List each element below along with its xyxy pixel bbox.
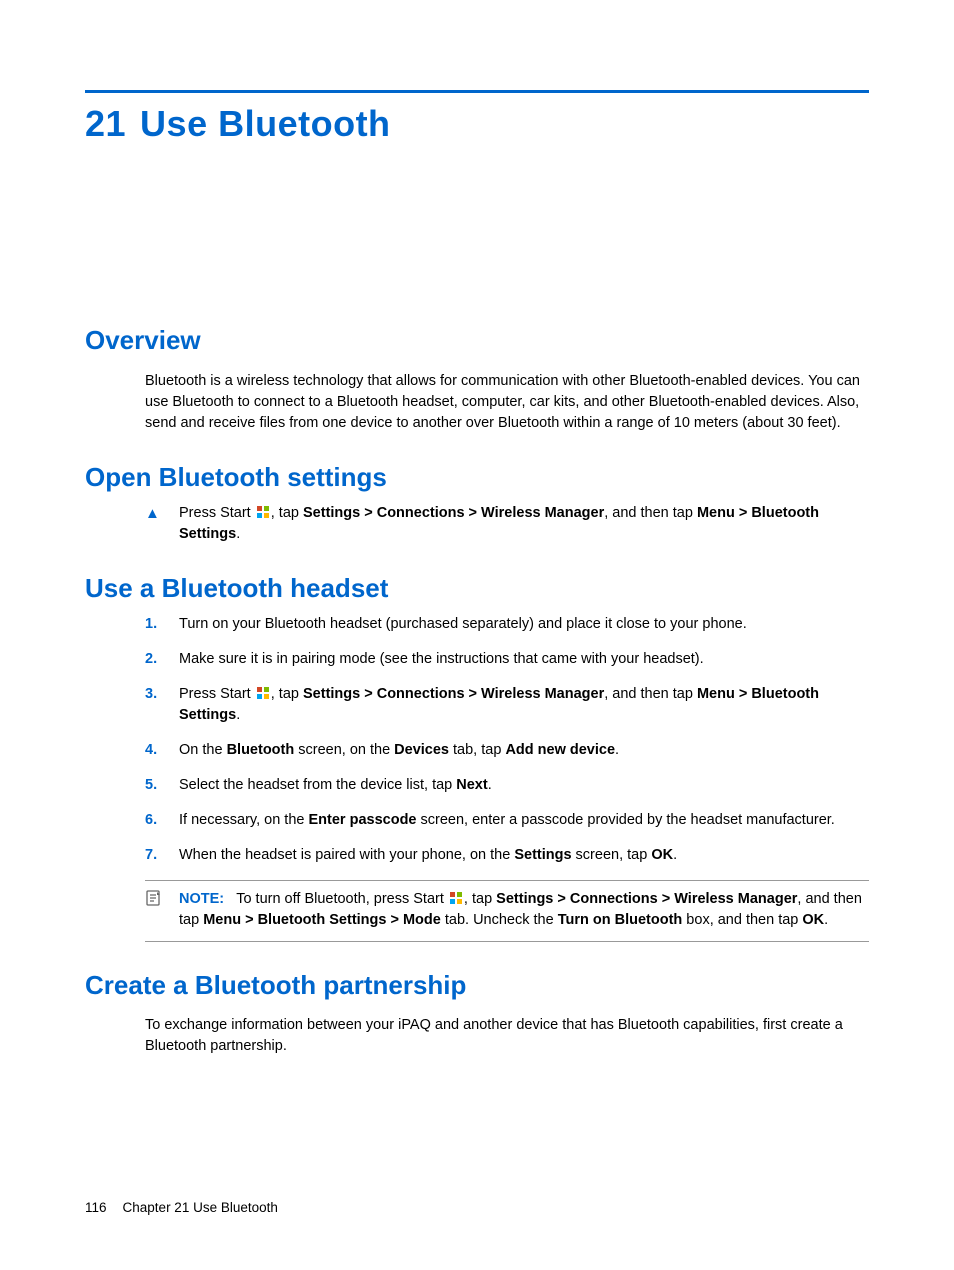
text-run: box, and then tap	[682, 912, 802, 928]
text-bold: Devices	[394, 742, 449, 758]
text-bold: Settings > Connections > Wireless Manage…	[496, 891, 797, 907]
step-text: Press Start , tap Settings > Connections…	[179, 684, 869, 726]
list-item: 5. Select the headset from the device li…	[145, 775, 869, 796]
chapter-number: 21	[85, 103, 126, 144]
text-run: tab, tap	[449, 742, 505, 758]
step-text: If necessary, on the Enter passcode scre…	[179, 810, 869, 831]
text-run: When the headset is paired with your pho…	[179, 847, 514, 863]
list-item: 2. Make sure it is in pairing mode (see …	[145, 649, 869, 670]
step-number: 3.	[145, 684, 179, 726]
text-run: .	[236, 707, 240, 723]
text-bold: OK	[651, 847, 673, 863]
chapter-title: 21 Use Bluetooth	[85, 103, 869, 145]
text-run: Press Start	[179, 505, 255, 521]
text-run: .	[824, 912, 828, 928]
step-number: 2.	[145, 649, 179, 670]
list-item: 4. On the Bluetooth screen, on the Devic…	[145, 740, 869, 761]
text-bold: Menu > Bluetooth Settings > Mode	[203, 912, 441, 928]
text-run: , and then tap	[604, 686, 697, 702]
list-item: ▲ Press Start , tap Settings > Connectio…	[145, 503, 869, 545]
partnership-body: To exchange information between your iPA…	[145, 1015, 869, 1057]
open-settings-list: ▲ Press Start , tap Settings > Connectio…	[145, 503, 869, 545]
step-number: 7.	[145, 845, 179, 866]
chapter-name: Use Bluetooth	[140, 103, 391, 144]
section-partnership-heading: Create a Bluetooth partnership	[85, 970, 869, 1001]
list-item: 7. When the headset is paired with your …	[145, 845, 869, 866]
step-text: Make sure it is in pairing mode (see the…	[179, 649, 869, 670]
text-run: , tap	[464, 891, 496, 907]
note-label: NOTE:	[179, 891, 224, 907]
note-text: NOTE: To turn off Bluetooth, press Start…	[179, 889, 869, 931]
text-run: , and then tap	[604, 505, 697, 521]
text-bold: Bluetooth	[227, 742, 295, 758]
bullet-triangle-icon: ▲	[145, 503, 179, 545]
text-bold: Settings > Connections > Wireless Manage…	[303, 686, 604, 702]
text-bold: Add new device	[505, 742, 615, 758]
chapter-rule	[85, 90, 869, 93]
list-item: 1. Turn on your Bluetooth headset (purch…	[145, 614, 869, 635]
text-run: screen, tap	[572, 847, 652, 863]
step-number: 6.	[145, 810, 179, 831]
text-run: To turn off Bluetooth, press Start	[236, 891, 448, 907]
step-text: Turn on your Bluetooth headset (purchase…	[179, 614, 869, 635]
text-bold: Turn on Bluetooth	[558, 912, 683, 928]
note-block: NOTE: To turn off Bluetooth, press Start…	[145, 880, 869, 942]
windows-flag-icon	[256, 686, 270, 700]
text-bold: Next	[456, 777, 487, 793]
text-run: screen, on the	[294, 742, 394, 758]
text-run: tab. Uncheck the	[441, 912, 558, 928]
text-run: , tap	[271, 686, 303, 702]
text-run: .	[673, 847, 677, 863]
page-footer: 116 Chapter 21 Use Bluetooth	[85, 1200, 278, 1215]
section-overview-heading: Overview	[85, 325, 869, 356]
list-item: 3. Press Start , tap Settings > Connecti…	[145, 684, 869, 726]
text-bold: Settings > Connections > Wireless Manage…	[303, 505, 604, 521]
page-number: 116	[85, 1200, 107, 1215]
use-headset-steps: 1. Turn on your Bluetooth headset (purch…	[145, 614, 869, 866]
step-number: 1.	[145, 614, 179, 635]
step-number: 5.	[145, 775, 179, 796]
note-icon	[145, 889, 179, 931]
step-text: Select the headset from the device list,…	[179, 775, 869, 796]
text-run: Press Start	[179, 686, 255, 702]
text-bold: OK	[802, 912, 824, 928]
text-run: screen, enter a passcode provided by the…	[417, 812, 835, 828]
text-bold: Settings	[514, 847, 571, 863]
list-item: 6. If necessary, on the Enter passcode s…	[145, 810, 869, 831]
windows-flag-icon	[449, 891, 463, 905]
text-run: Select the headset from the device list,…	[179, 777, 456, 793]
step-text: When the headset is paired with your pho…	[179, 845, 869, 866]
text-bold: Enter passcode	[309, 812, 417, 828]
text-run: , tap	[271, 505, 303, 521]
overview-body: Bluetooth is a wireless technology that …	[145, 371, 869, 434]
section-use-headset-heading: Use a Bluetooth headset	[85, 573, 869, 604]
document-page: 21 Use Bluetooth Overview Bluetooth is a …	[0, 0, 954, 1270]
windows-flag-icon	[256, 505, 270, 519]
text-run: .	[488, 777, 492, 793]
step-text: On the Bluetooth screen, on the Devices …	[179, 740, 869, 761]
step-number: 4.	[145, 740, 179, 761]
text-run: .	[615, 742, 619, 758]
footer-text: Chapter 21 Use Bluetooth	[123, 1200, 278, 1215]
list-item-text: Press Start , tap Settings > Connections…	[179, 503, 869, 545]
text-run: On the	[179, 742, 227, 758]
section-open-settings-heading: Open Bluetooth settings	[85, 462, 869, 493]
text-run: .	[236, 526, 240, 542]
text-run: If necessary, on the	[179, 812, 309, 828]
